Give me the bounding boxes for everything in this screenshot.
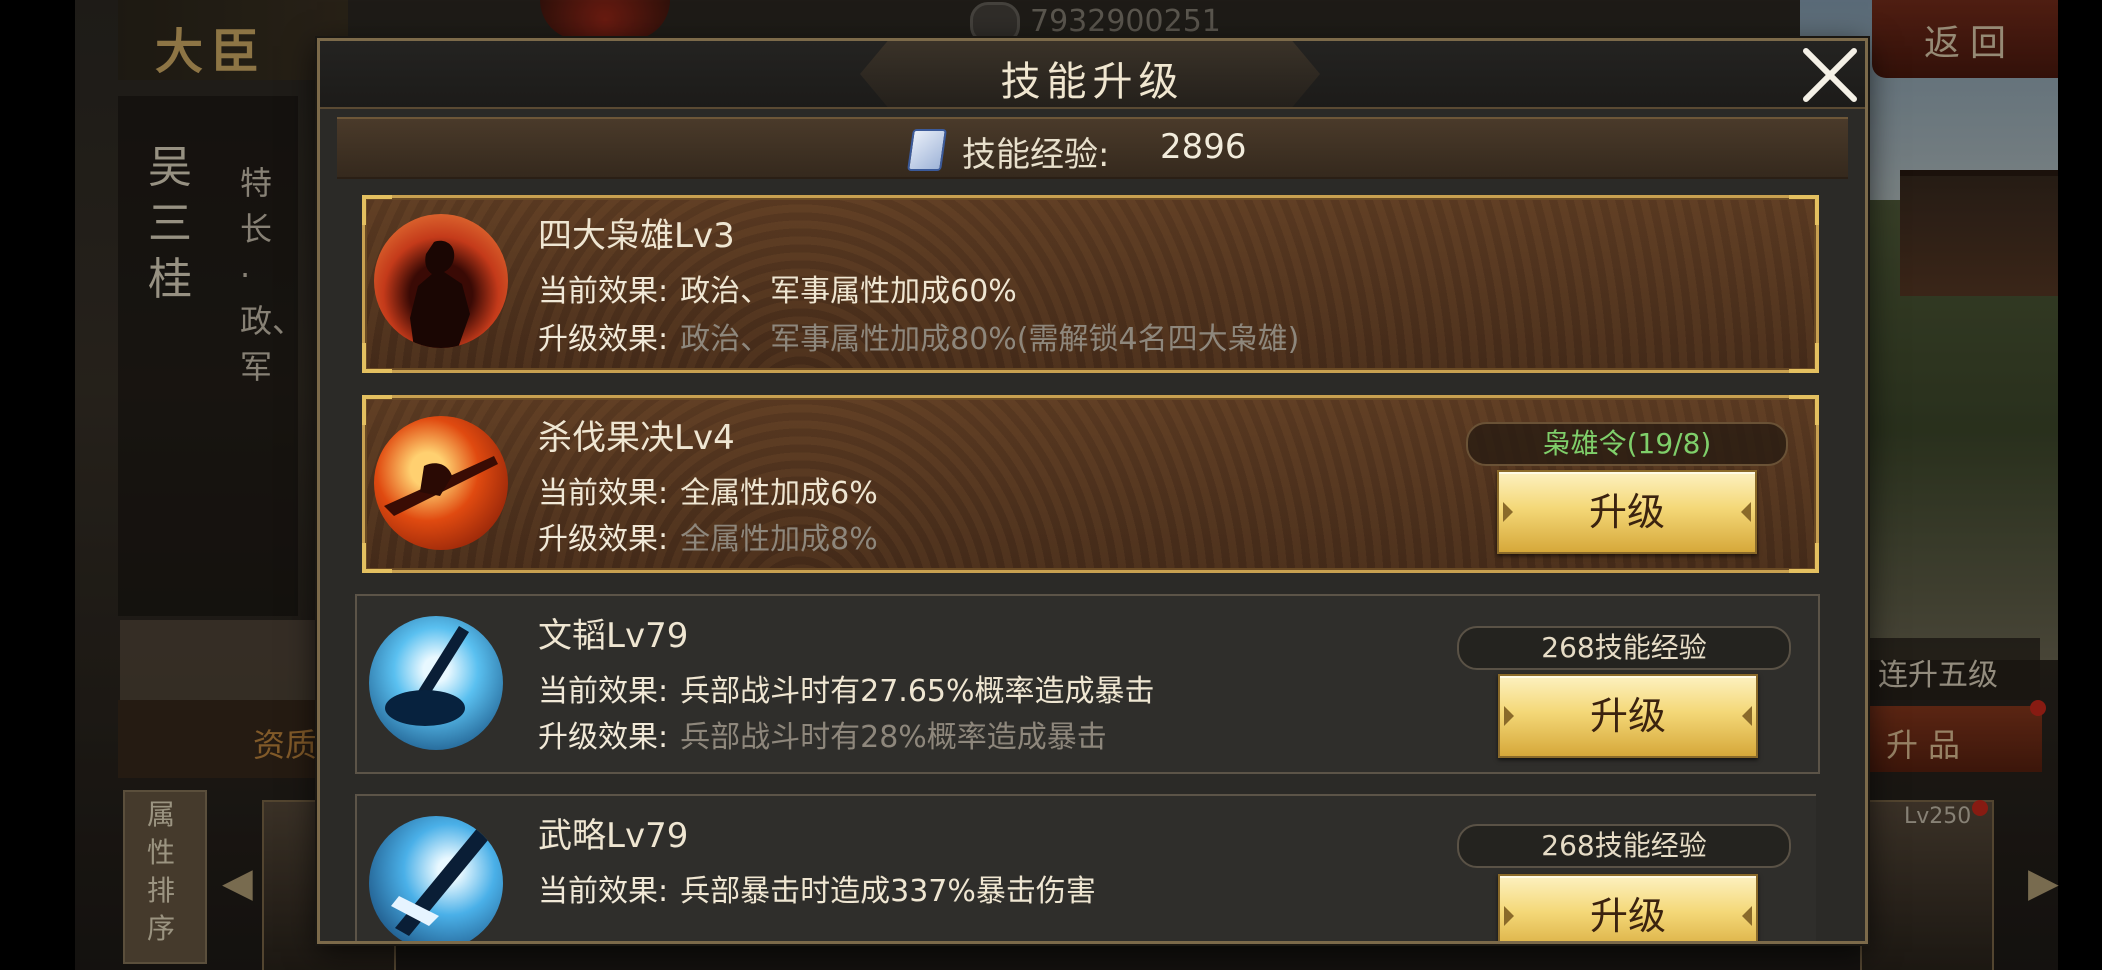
current-effect-line: 当前效果: 兵部暴击时造成337%暴击伤害 (538, 866, 1096, 910)
corner-ornament (1789, 195, 1819, 225)
current-effect-text: 兵部暴击时造成337%暴击伤害 (680, 874, 1096, 909)
current-effect-text: 兵部战斗时有27.65%概率造成暴击 (680, 674, 1155, 709)
next-effect-text: 全属性加成8% (680, 522, 878, 557)
skill-card: 杀伐果决Lv4 当前效果: 全属性加成6% 升级效果: 全属性加成8% 枭雄令(19… (362, 395, 1819, 573)
cost-pill: 268技能经验 (1457, 626, 1791, 670)
skill-name: 杀伐果决Lv4 (538, 418, 735, 458)
sword-strike-icon (374, 416, 508, 550)
next-effect-text: 兵部战斗时有28%概率造成暴击 (680, 720, 1107, 755)
skill-name: 四大枭雄Lv3 (538, 216, 735, 256)
next-effect-line: 升级效果: 兵部战斗时有28%概率造成暴击 (538, 712, 1107, 756)
close-button[interactable] (1798, 43, 1862, 107)
corner-ornament (1789, 543, 1819, 573)
silhouette-shape (410, 240, 470, 348)
current-effect-label: 当前效果: (538, 476, 669, 511)
skill-exp-label: 技能经验: (962, 135, 1110, 175)
upgrade-button[interactable]: 升级 (1498, 674, 1758, 758)
corner-ornament (362, 195, 392, 225)
current-effect-label: 当前效果: (538, 674, 669, 709)
next-effect-line: 升级效果: 政治、军事属性加成80%(需解锁4名四大枭雄) (538, 314, 1299, 358)
skill-book-icon (907, 129, 947, 171)
current-effect-text: 政治、军事属性加成60% (680, 274, 1017, 309)
skill-upgrade-dialog: 技能升级 技能经验: 2896 四大枭雄Lv3 当前效果: 政治、军事属性加成60… (317, 38, 1868, 944)
dialog-header: 技能升级 (320, 41, 1865, 109)
skill-card-clip: 武略Lv79 当前效果: 兵部暴击时造成337%暴击伤害 268技能经验 升级 (355, 794, 1816, 941)
next-effect-line: 升级效果: 全属性加成8% (538, 514, 878, 558)
skill-name: 文韬Lv79 (538, 616, 689, 656)
brush-ink-shape (385, 626, 469, 726)
corner-ornament (362, 343, 392, 373)
skill-card: 四大枭雄Lv3 当前效果: 政治、军事属性加成60% 升级效果: 政治、军事属性加成… (362, 195, 1819, 373)
corner-ornament (1789, 395, 1819, 425)
blade-shape (391, 826, 493, 936)
current-effect-line: 当前效果: 全属性加成6% (538, 468, 878, 512)
current-effect-line: 当前效果: 兵部战斗时有27.65%概率造成暴击 (538, 666, 1155, 710)
next-effect-label: 升级效果: (538, 322, 669, 357)
next-effect-label: 升级效果: (538, 720, 669, 755)
skill-exp-bar: 技能经验: 2896 (337, 117, 1848, 179)
current-effect-label: 当前效果: (538, 274, 669, 309)
skill-exp-value: 2896 (1160, 127, 1247, 167)
upgrade-button[interactable]: 升级 (1498, 874, 1758, 941)
corner-ornament (362, 543, 392, 573)
next-effect-label: 升级效果: (538, 522, 669, 557)
next-effect-text: 政治、军事属性加成80%(需解锁4名四大枭雄) (680, 322, 1300, 357)
upgrade-button[interactable]: 升级 (1497, 470, 1757, 554)
current-effect-text: 全属性加成6% (680, 476, 878, 511)
current-effect-line: 当前效果: 政治、军事属性加成60% (538, 266, 1017, 310)
corner-ornament (362, 395, 392, 425)
skill-card: 文韬Lv79 当前效果: 兵部战斗时有27.65%概率造成暴击 升级效果: 兵部战斗… (355, 594, 1820, 774)
silhouette-warrior-icon (374, 214, 508, 348)
brush-ink-icon (369, 616, 503, 750)
corner-ornament (1789, 343, 1819, 373)
cost-pill: 268技能经验 (1457, 824, 1791, 868)
blade-icon (369, 816, 503, 941)
sword-strike-shape (384, 456, 498, 516)
current-effect-label: 当前效果: (538, 874, 669, 909)
skill-name: 武略Lv79 (538, 816, 689, 856)
cost-pill: 枭雄令(19/8) (1466, 422, 1788, 466)
dialog-title: 技能升级 (1000, 59, 1185, 105)
skill-card: 武略Lv79 当前效果: 兵部暴击时造成337%暴击伤害 268技能经验 升级 (355, 794, 1816, 941)
close-icon (1803, 48, 1857, 102)
